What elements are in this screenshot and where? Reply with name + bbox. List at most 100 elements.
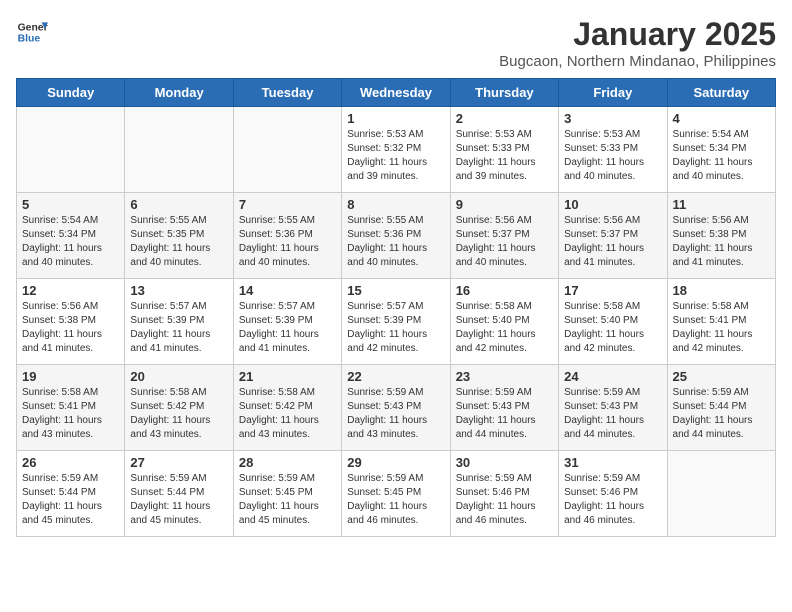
day-number: 1 <box>347 111 444 126</box>
table-row: 18 Sunrise: 5:58 AM Sunset: 5:41 PM Dayli… <box>667 279 775 365</box>
calendar-subtitle: Bugcaon, Northern Mindanao, Philippines <box>499 53 776 70</box>
table-row: 23 Sunrise: 5:59 AM Sunset: 5:43 PM Dayli… <box>450 365 558 451</box>
cell-content: Sunrise: 5:59 AM Sunset: 5:43 PM Dayligh… <box>564 386 661 442</box>
day-number: 4 <box>673 111 770 126</box>
title-block: January 2025 Bugcaon, Northern Mindanao,… <box>499 16 776 70</box>
day-number: 10 <box>564 197 661 212</box>
col-friday: Friday <box>559 79 667 107</box>
logo-icon: General Blue <box>16 16 48 48</box>
cell-content: Sunrise: 5:59 AM Sunset: 5:44 PM Dayligh… <box>22 472 119 528</box>
calendar-header-row: Sunday Monday Tuesday Wednesday Thursday… <box>17 79 776 107</box>
day-number: 12 <box>22 283 119 298</box>
day-number: 24 <box>564 369 661 384</box>
calendar-title: January 2025 <box>499 16 776 53</box>
table-row <box>233 107 341 193</box>
table-row: 31Sunrise: 5:59 AM Sunset: 5:46 PM Dayli… <box>559 451 667 537</box>
table-row: 15 Sunrise: 5:57 AM Sunset: 5:39 PM Dayli… <box>342 279 450 365</box>
cell-content: Sunrise: 5:55 AM Sunset: 5:36 PM Dayligh… <box>239 214 336 270</box>
day-number: 8 <box>347 197 444 212</box>
logo: General Blue <box>16 16 48 48</box>
day-number: 30 <box>456 455 553 470</box>
table-row: 24 Sunrise: 5:59 AM Sunset: 5:43 PM Dayli… <box>559 365 667 451</box>
day-number: 19 <box>22 369 119 384</box>
day-number: 22 <box>347 369 444 384</box>
cell-content: Sunrise: 5:58 AM Sunset: 5:42 PM Dayligh… <box>239 386 336 442</box>
cell-content: Sunrise: 5:59 AM Sunset: 5:44 PM Dayligh… <box>673 386 770 442</box>
cell-content: Sunrise: 5:59 AM Sunset: 5:45 PM Dayligh… <box>239 472 336 528</box>
cell-content: Sunrise: 5:55 AM Sunset: 5:35 PM Dayligh… <box>130 214 227 270</box>
table-row: 28 Sunrise: 5:59 AM Sunset: 5:45 PM Dayli… <box>233 451 341 537</box>
day-number: 16 <box>456 283 553 298</box>
table-row: 22 Sunrise: 5:59 AM Sunset: 5:43 PM Dayli… <box>342 365 450 451</box>
table-row: 16 Sunrise: 5:58 AM Sunset: 5:40 PM Dayli… <box>450 279 558 365</box>
table-row: 25Sunrise: 5:59 AM Sunset: 5:44 PM Dayli… <box>667 365 775 451</box>
col-thursday: Thursday <box>450 79 558 107</box>
cell-content: Sunrise: 5:55 AM Sunset: 5:36 PM Dayligh… <box>347 214 444 270</box>
cell-content: Sunrise: 5:58 AM Sunset: 5:41 PM Dayligh… <box>673 300 770 356</box>
calendar-week-row: 19 Sunrise: 5:58 AM Sunset: 5:41 PM Dayli… <box>17 365 776 451</box>
day-number: 28 <box>239 455 336 470</box>
day-number: 13 <box>130 283 227 298</box>
cell-content: Sunrise: 5:56 AM Sunset: 5:38 PM Dayligh… <box>673 214 770 270</box>
day-number: 23 <box>456 369 553 384</box>
page-header: General Blue January 2025 Bugcaon, North… <box>16 16 776 70</box>
table-row: 20Sunrise: 5:58 AM Sunset: 5:42 PM Dayli… <box>125 365 233 451</box>
cell-content: Sunrise: 5:58 AM Sunset: 5:40 PM Dayligh… <box>456 300 553 356</box>
table-row: 2 Sunrise: 5:53 AM Sunset: 5:33 PM Daylig… <box>450 107 558 193</box>
cell-content: Sunrise: 5:59 AM Sunset: 5:46 PM Dayligh… <box>456 472 553 528</box>
day-number: 27 <box>130 455 227 470</box>
cell-content: Sunrise: 5:58 AM Sunset: 5:40 PM Dayligh… <box>564 300 661 356</box>
table-row: 13Sunrise: 5:57 AM Sunset: 5:39 PM Dayli… <box>125 279 233 365</box>
day-number: 18 <box>673 283 770 298</box>
table-row: 9 Sunrise: 5:56 AM Sunset: 5:37 PM Daylig… <box>450 193 558 279</box>
day-number: 17 <box>564 283 661 298</box>
table-row: 19 Sunrise: 5:58 AM Sunset: 5:41 PM Dayli… <box>17 365 125 451</box>
table-row <box>667 451 775 537</box>
day-number: 9 <box>456 197 553 212</box>
day-number: 14 <box>239 283 336 298</box>
cell-content: Sunrise: 5:53 AM Sunset: 5:32 PM Dayligh… <box>347 128 444 184</box>
calendar-week-row: 26 Sunrise: 5:59 AM Sunset: 5:44 PM Dayli… <box>17 451 776 537</box>
table-row: 21 Sunrise: 5:58 AM Sunset: 5:42 PM Dayli… <box>233 365 341 451</box>
table-row <box>17 107 125 193</box>
cell-content: Sunrise: 5:53 AM Sunset: 5:33 PM Dayligh… <box>456 128 553 184</box>
svg-text:Blue: Blue <box>18 34 41 45</box>
col-wednesday: Wednesday <box>342 79 450 107</box>
table-row: 26 Sunrise: 5:59 AM Sunset: 5:44 PM Dayli… <box>17 451 125 537</box>
cell-content: Sunrise: 5:59 AM Sunset: 5:43 PM Dayligh… <box>456 386 553 442</box>
day-number: 26 <box>22 455 119 470</box>
table-row: 27 Sunrise: 5:59 AM Sunset: 5:44 PM Dayli… <box>125 451 233 537</box>
table-row: 14 Sunrise: 5:57 AM Sunset: 5:39 PM Dayli… <box>233 279 341 365</box>
cell-content: Sunrise: 5:59 AM Sunset: 5:44 PM Dayligh… <box>130 472 227 528</box>
day-number: 31 <box>564 455 661 470</box>
cell-content: Sunrise: 5:59 AM Sunset: 5:43 PM Dayligh… <box>347 386 444 442</box>
cell-content: Sunrise: 5:54 AM Sunset: 5:34 PM Dayligh… <box>22 214 119 270</box>
calendar-week-row: 5 Sunrise: 5:54 AM Sunset: 5:34 PM Daylig… <box>17 193 776 279</box>
cell-content: Sunrise: 5:56 AM Sunset: 5:37 PM Dayligh… <box>456 214 553 270</box>
cell-content: Sunrise: 5:56 AM Sunset: 5:38 PM Dayligh… <box>22 300 119 356</box>
col-sunday: Sunday <box>17 79 125 107</box>
day-number: 7 <box>239 197 336 212</box>
cell-content: Sunrise: 5:57 AM Sunset: 5:39 PM Dayligh… <box>347 300 444 356</box>
table-row: 10 Sunrise: 5:56 AM Sunset: 5:37 PM Dayli… <box>559 193 667 279</box>
cell-content: Sunrise: 5:53 AM Sunset: 5:33 PM Dayligh… <box>564 128 661 184</box>
table-row: 8 Sunrise: 5:55 AM Sunset: 5:36 PM Daylig… <box>342 193 450 279</box>
table-row: 29Sunrise: 5:59 AM Sunset: 5:45 PM Dayli… <box>342 451 450 537</box>
cell-content: Sunrise: 5:56 AM Sunset: 5:37 PM Dayligh… <box>564 214 661 270</box>
table-row: 30 Sunrise: 5:59 AM Sunset: 5:46 PM Dayli… <box>450 451 558 537</box>
table-row: 6Sunrise: 5:55 AM Sunset: 5:35 PM Daylig… <box>125 193 233 279</box>
table-row: 4Sunrise: 5:54 AM Sunset: 5:34 PM Daylig… <box>667 107 775 193</box>
cell-content: Sunrise: 5:57 AM Sunset: 5:39 PM Dayligh… <box>239 300 336 356</box>
day-number: 5 <box>22 197 119 212</box>
calendar-table: Sunday Monday Tuesday Wednesday Thursday… <box>16 78 776 537</box>
col-monday: Monday <box>125 79 233 107</box>
table-row: 3Sunrise: 5:53 AM Sunset: 5:33 PM Daylig… <box>559 107 667 193</box>
table-row: 12 Sunrise: 5:56 AM Sunset: 5:38 PM Dayli… <box>17 279 125 365</box>
table-row: 7 Sunrise: 5:55 AM Sunset: 5:36 PM Daylig… <box>233 193 341 279</box>
day-number: 21 <box>239 369 336 384</box>
day-number: 15 <box>347 283 444 298</box>
cell-content: Sunrise: 5:58 AM Sunset: 5:41 PM Dayligh… <box>22 386 119 442</box>
table-row: 1 Sunrise: 5:53 AM Sunset: 5:32 PM Daylig… <box>342 107 450 193</box>
col-saturday: Saturday <box>667 79 775 107</box>
day-number: 2 <box>456 111 553 126</box>
